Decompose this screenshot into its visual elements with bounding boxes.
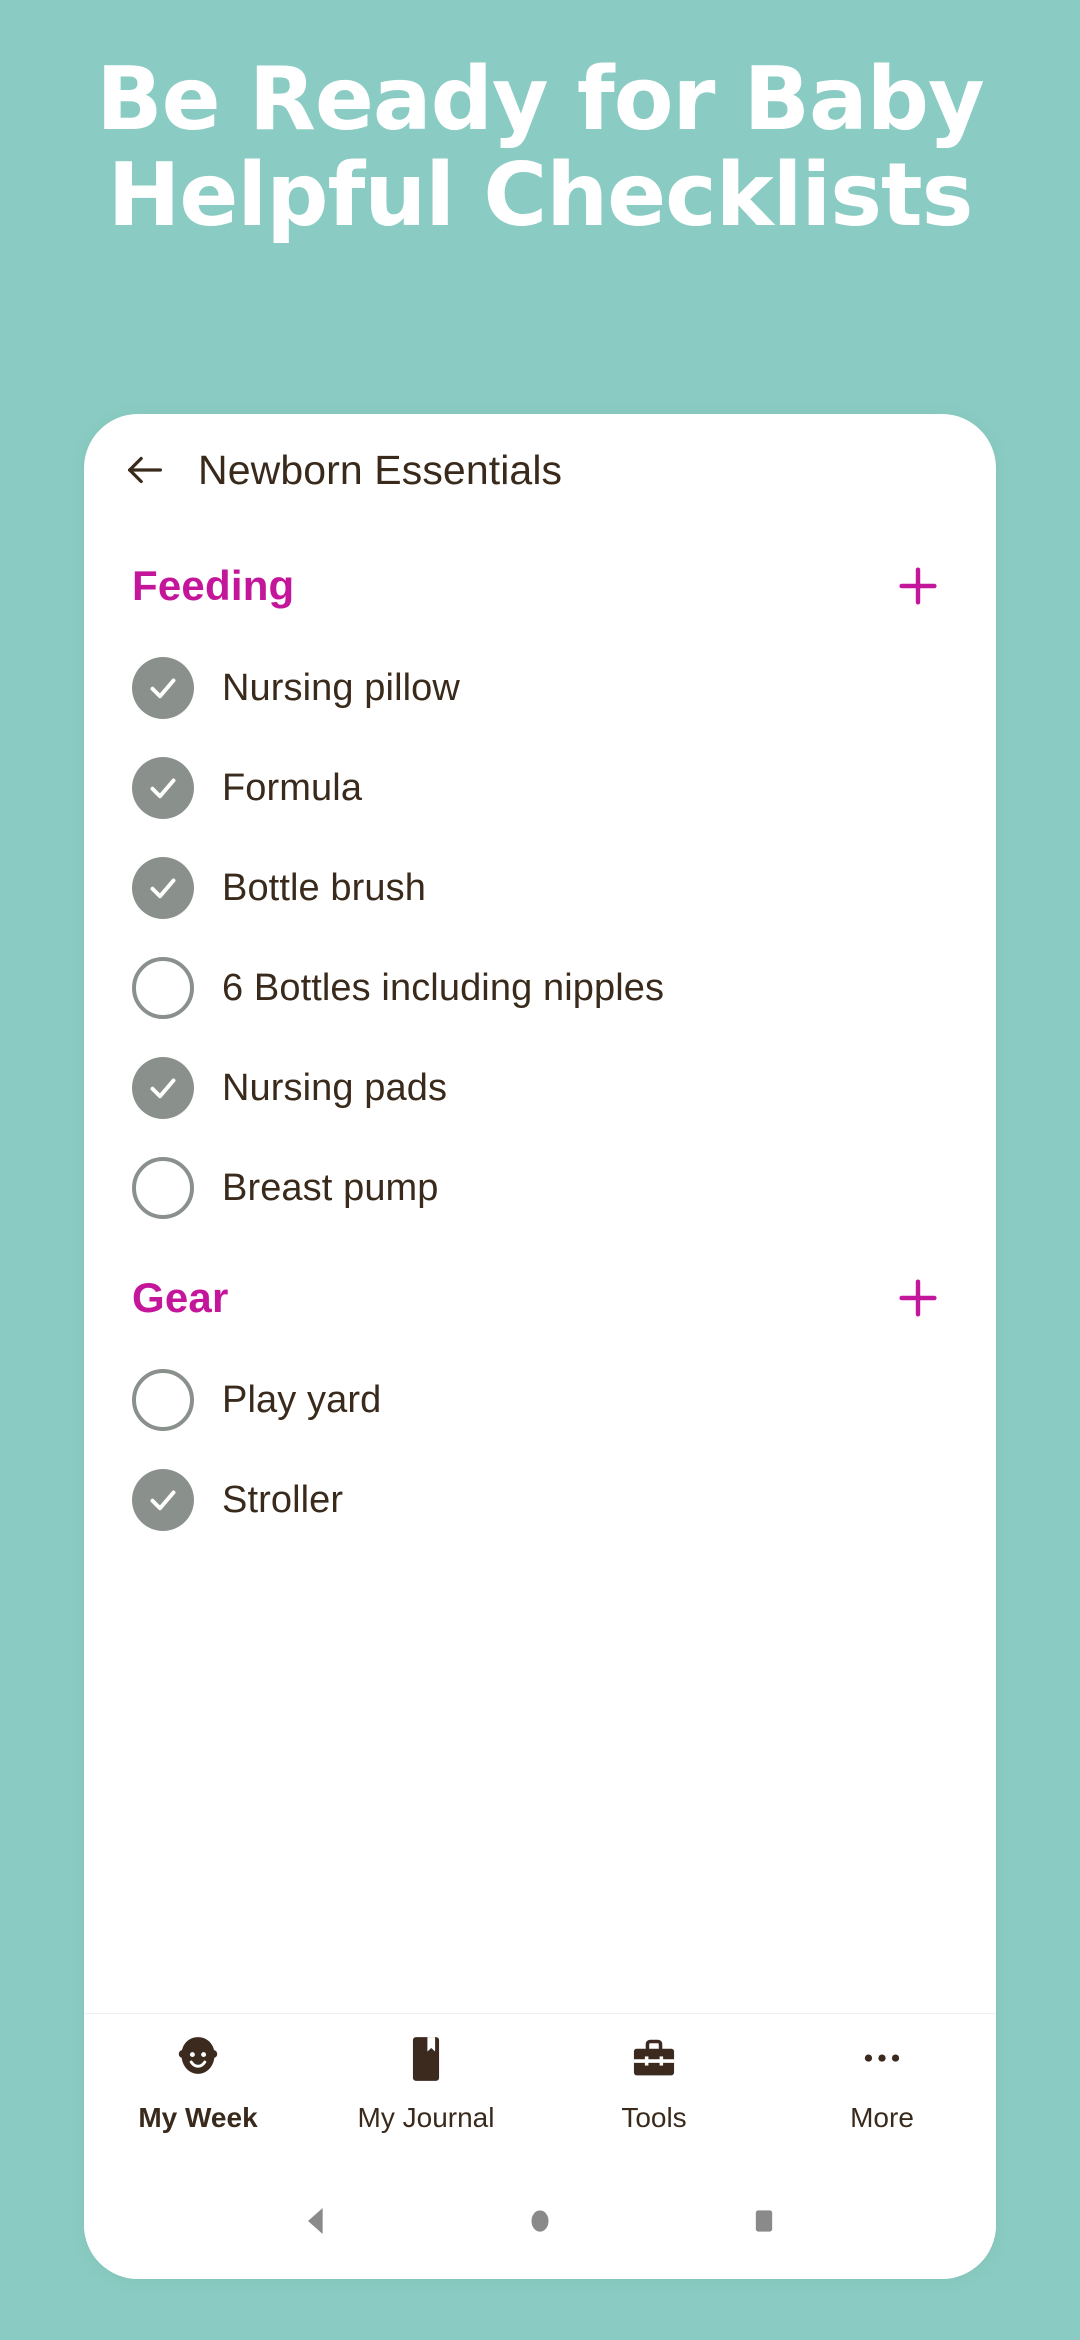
- checklist-item[interactable]: Formula: [84, 738, 996, 838]
- system-back-icon[interactable]: [274, 2179, 358, 2263]
- checkbox-unchecked-icon[interactable]: [132, 1369, 194, 1431]
- checklist-scroll-area[interactable]: Feeding Nursing pillow Formula Bottle br…: [84, 526, 996, 2013]
- checklist-item-label: Play yard: [222, 1378, 382, 1421]
- system-recents-icon[interactable]: [722, 2179, 806, 2263]
- app-bar: Newborn Essentials: [84, 414, 996, 526]
- checkbox-unchecked-icon[interactable]: [132, 1157, 194, 1219]
- checkbox-checked-icon[interactable]: [132, 757, 194, 819]
- system-home-icon[interactable]: [498, 2179, 582, 2263]
- checklist-item-label: Formula: [222, 766, 363, 809]
- baby-face-icon: [170, 2030, 226, 2088]
- checklist-item-label: Nursing pillow: [222, 666, 460, 709]
- checklist-item[interactable]: Nursing pads: [84, 1038, 996, 1138]
- phone-screen-card: Newborn Essentials Feeding Nursing pillo…: [84, 414, 996, 2279]
- section-header-gear: Gear: [84, 1238, 996, 1350]
- tab-more[interactable]: More: [768, 2030, 996, 2134]
- page-title: Newborn Essentials: [198, 446, 563, 493]
- checkbox-checked-icon[interactable]: [132, 1469, 194, 1531]
- checklist-item[interactable]: Breast pump: [84, 1138, 996, 1238]
- tab-label: More: [850, 2102, 914, 2133]
- tab-my-week[interactable]: My Week: [84, 2030, 312, 2134]
- tab-tools[interactable]: Tools: [540, 2030, 768, 2134]
- checklist-item[interactable]: Bottle brush: [84, 838, 996, 938]
- checklist-item-label: Bottle brush: [222, 866, 426, 909]
- journal-book-icon: [398, 2030, 454, 2088]
- more-dots-icon: [854, 2030, 910, 2088]
- bottom-tab-bar: My Week My Journal Tools More: [84, 2013, 996, 2163]
- checkbox-checked-icon[interactable]: [132, 657, 194, 719]
- tab-label: My Week: [138, 2102, 258, 2133]
- hero-headline-line-1: Be Ready for Baby: [96, 48, 984, 150]
- checkbox-checked-icon[interactable]: [132, 1057, 194, 1119]
- section-title: Gear: [132, 1274, 229, 1321]
- add-item-button-gear[interactable]: [888, 1268, 948, 1328]
- checklist-item[interactable]: Nursing pillow: [84, 638, 996, 738]
- toolbox-icon: [626, 2030, 682, 2088]
- section-title: Feeding: [132, 562, 295, 609]
- hero-headline-line-2: Helpful Checklists: [107, 143, 974, 246]
- section-header-feeding: Feeding: [84, 526, 996, 638]
- hero-headline: Be Ready for Baby Helpful Checklists: [0, 48, 1080, 246]
- checkbox-unchecked-icon[interactable]: [132, 957, 194, 1019]
- checklist-item-label: 6 Bottles including nipples: [222, 966, 665, 1009]
- tab-label: Tools: [621, 2102, 687, 2133]
- checklist-item[interactable]: Stroller: [84, 1450, 996, 1550]
- back-arrow-icon[interactable]: [122, 447, 168, 493]
- checklist-item-label: Breast pump: [222, 1166, 439, 1209]
- tab-label: My Journal: [357, 2102, 495, 2133]
- tab-my-journal[interactable]: My Journal: [312, 2030, 540, 2134]
- android-system-nav-bar: [84, 2163, 996, 2279]
- checkbox-checked-icon[interactable]: [132, 857, 194, 919]
- checklist-item[interactable]: Play yard: [84, 1350, 996, 1450]
- checklist-item[interactable]: 6 Bottles including nipples: [84, 938, 996, 1038]
- add-item-button-feeding[interactable]: [888, 556, 948, 616]
- checklist-item-label: Nursing pads: [222, 1066, 448, 1109]
- checklist-item-label: Stroller: [222, 1478, 344, 1521]
